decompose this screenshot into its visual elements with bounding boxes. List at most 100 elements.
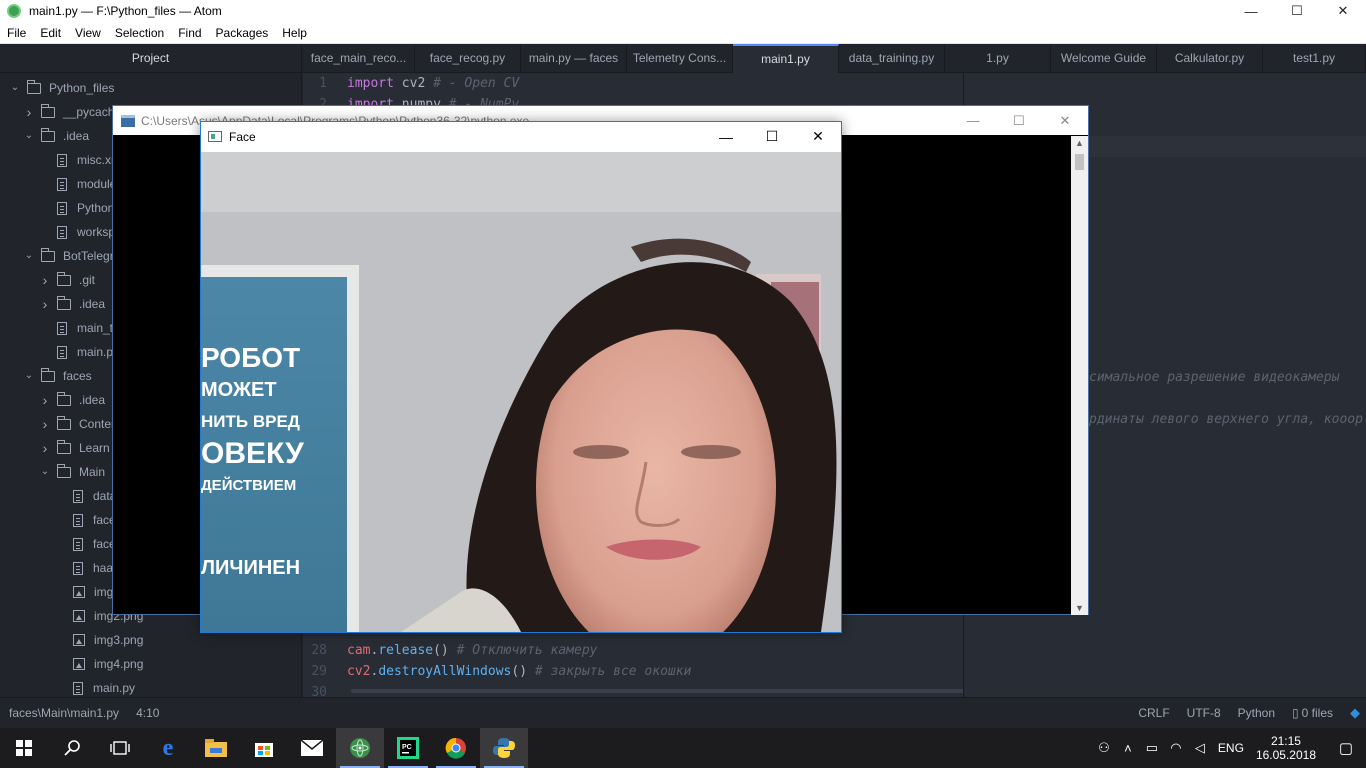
squirrel-icon[interactable]: ◆ [1350,705,1360,721]
tree-folder[interactable]: ⌄ faces [23,364,92,388]
tree-folder[interactable]: › .git [39,268,95,292]
menu-edit[interactable]: Edit [33,22,68,44]
folder-icon [41,247,55,262]
tree-file[interactable]: img4.png [73,652,143,676]
clock[interactable]: 21:15 16.05.2018 [1256,734,1316,762]
horizontal-scrollbar[interactable] [351,689,963,693]
pycharm-icon[interactable]: PC [384,728,432,768]
notification-icon[interactable]: ▢ [1326,739,1366,757]
scroll-thumb[interactable] [1075,154,1084,170]
edge-icon[interactable]: e [144,728,192,768]
poster-line: ЛИЧИНЕН [201,557,301,579]
console-minimize-button[interactable]: — [950,106,996,135]
editor-tab[interactable]: Telemetry Cons... [627,44,733,73]
task-view-icon[interactable] [96,728,144,768]
editor-tab[interactable]: main1.py [733,44,839,73]
people-icon[interactable]: ⚇ [1092,740,1116,756]
tree-folder[interactable]: › Content [39,412,121,436]
tree-folder[interactable]: › .idea [39,388,105,412]
tree-folder[interactable]: › .idea [39,292,105,316]
status-encoding[interactable]: UTF-8 [1187,706,1221,720]
menu-file[interactable]: File [0,22,33,44]
wifi-icon[interactable]: ◠ [1164,740,1188,756]
chevron-down-icon[interactable]: ⌄ [23,364,35,388]
tree-item-label: faces [63,369,92,383]
close-button[interactable]: ✕ [1320,0,1366,22]
tree-folder[interactable]: ⌄ Main [39,460,105,484]
status-grammar[interactable]: Python [1238,706,1275,720]
volume-icon[interactable]: ◁ [1188,740,1212,756]
chevron-right-icon[interactable]: › [39,436,51,460]
tree-file[interactable]: main.py [73,676,135,697]
atom-taskbar-icon[interactable] [336,728,384,768]
status-line-ending[interactable]: CRLF [1138,706,1169,720]
editor-tab[interactable]: test1.py [1263,44,1366,73]
chevron-down-icon[interactable]: ⌄ [23,124,35,148]
editor-tab[interactable]: Welcome Guide [1051,44,1157,73]
console-maximize-button[interactable]: ☐ [996,106,1042,135]
editor-tab[interactable]: 1.py [945,44,1051,73]
tree-folder[interactable]: ⌄ .idea [23,124,89,148]
face-maximize-button[interactable]: ☐ [749,122,795,151]
menu-help[interactable]: Help [275,22,314,44]
scroll-down-arrow-icon[interactable]: ▼ [1071,601,1088,615]
chevron-right-icon[interactable]: › [23,100,35,124]
face-minimize-button[interactable]: — [703,122,749,151]
menu-find[interactable]: Find [171,22,208,44]
file-icon [57,345,67,359]
editor-tab[interactable]: data_training.py [839,44,945,73]
menu-packages[interactable]: Packages [209,22,276,44]
mail-icon[interactable] [288,728,336,768]
code-token: # Отключить камеру [456,643,598,658]
store-icon[interactable] [240,728,288,768]
battery-icon[interactable]: ▭ [1140,740,1164,756]
menu-view[interactable]: View [68,22,108,44]
clock-date: 16.05.2018 [1255,748,1316,762]
chevron-right-icon[interactable]: › [39,292,51,316]
poster-line: ОВЕКУ [201,437,304,470]
code-comment: симальное разрешение видеокамеры [1089,370,1340,385]
console-scrollbar[interactable]: ▲ ▼ [1071,136,1088,615]
code-token: # закрыть все окошки [534,664,692,679]
folder-icon [57,391,71,406]
console-close-button[interactable]: ✕ [1042,106,1088,135]
folder-icon [41,127,55,142]
editor-tab[interactable]: Calkulator.py [1157,44,1263,73]
chrome-icon[interactable] [432,728,480,768]
language-indicator[interactable]: ENG [1218,741,1244,755]
tree-folder[interactable]: › Learn [39,436,110,460]
chevron-down-icon[interactable]: ⌄ [39,460,51,484]
python-icon[interactable] [480,728,528,768]
chevron-down-icon[interactable]: ⌄ [9,76,21,100]
minimize-button[interactable]: — [1228,0,1274,22]
status-cursor-position[interactable]: 4:10 [136,706,159,720]
editor-tab[interactable]: face_recog.py [415,44,521,73]
chevron-right-icon[interactable]: › [39,412,51,436]
file-icon [73,681,83,695]
status-file-path[interactable]: faces\Main\main1.py [9,706,119,720]
tab-bar: face_main_reco... face_recog.py main.py — … [303,44,1366,73]
status-git-files[interactable]: 0 files [1302,706,1333,720]
face-close-button[interactable]: ✕ [795,122,841,151]
editor-tab[interactable]: main.py — faces [521,44,627,73]
maximize-button[interactable]: ☐ [1274,0,1320,22]
chevron-up-icon[interactable]: ˄ [1116,741,1140,756]
code-token: cv2 [393,76,434,91]
tree-file[interactable]: main.py [57,340,119,364]
chevron-down-icon[interactable]: ⌄ [23,244,35,268]
tree-file[interactable]: img3.png [73,628,143,652]
chevron-right-icon[interactable]: › [39,388,51,412]
code-comment: рдинаты левого верхнего угла, кооор [1089,412,1363,427]
menu-selection[interactable]: Selection [108,22,171,44]
poster-text: РОБОТ МОЖЕТ НИТЬ ВРЕД ОВЕКУ ДЕЙСТВИЕМ ЛИ… [201,342,347,584]
chevron-right-icon[interactable]: › [39,268,51,292]
search-icon[interactable] [48,728,96,768]
windows-start-icon[interactable] [0,728,48,768]
folder-icon [57,271,71,286]
face-title-bar: Face — ☐ ✕ [201,122,841,151]
tree-item-label: .idea [63,129,90,143]
scroll-up-arrow-icon[interactable]: ▲ [1071,136,1088,150]
tree-folder[interactable]: ⌄ Python_files [9,76,114,100]
file-explorer-icon[interactable] [192,728,240,768]
editor-tab[interactable]: face_main_reco... [303,44,415,73]
